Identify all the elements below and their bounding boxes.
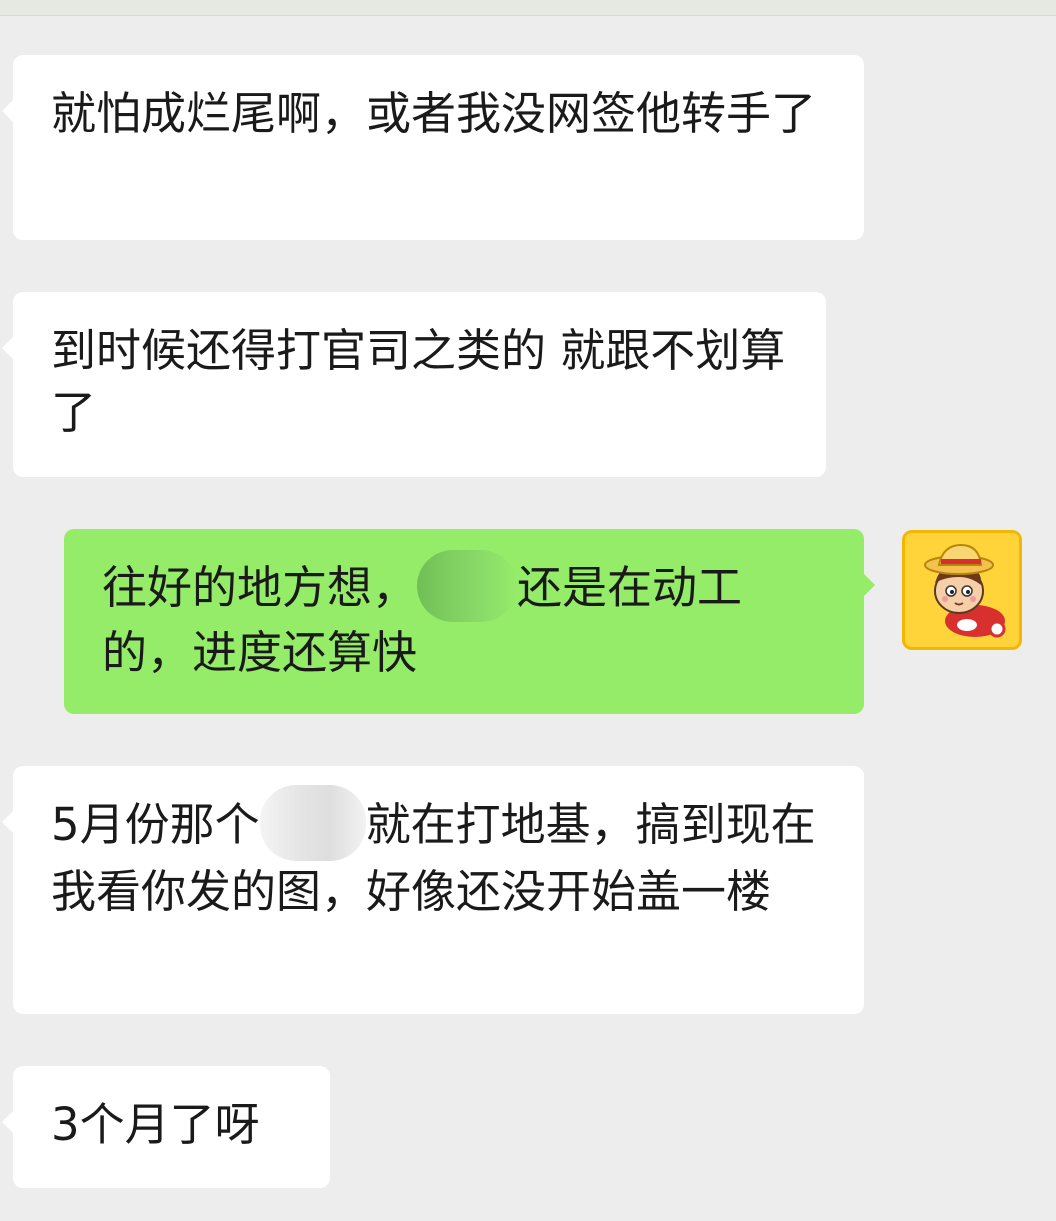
message-text: 3个月了呀 [51,1098,260,1151]
message-bubble-incoming[interactable]: 就怕成烂尾啊，或者我没网签他转手了 [2,55,864,240]
bubble-tail [2,336,14,360]
bubble-tail [2,99,14,123]
top-bar [0,0,1056,16]
cartoon-boy-avatar-icon [905,533,1019,647]
redacted-blur [259,785,366,861]
message-bubble-incoming[interactable]: 3个月了呀 [2,1066,330,1188]
bubble-tail [2,810,14,834]
message-bubble-incoming[interactable]: 到时候还得打官司之类的 就跟不划算了 [2,292,826,477]
avatar[interactable] [902,530,1022,650]
message-bubble-incoming[interactable]: 5月份那个 就在打地基，搞到现在我看你发的图，好像还没开始盖一楼 [2,766,864,1014]
message-text: 就怕成烂尾啊，或者我没网签他转手了 [51,87,817,140]
bubble-tail [863,573,875,597]
message-text: 到时候还得打官司之类的 就跟不划算了 [51,324,786,439]
message-text: 往好的地方想， 还是在动工的，进度还算快 [102,550,828,684]
redacted-blur [417,550,518,622]
message-text-part: 5月份那个 [51,798,260,851]
message-text-part: 往好的地方想， [102,561,418,614]
bubble-tail [2,1110,14,1134]
message-text: 5月份那个 就在打地基，搞到现在我看你发的图，好像还没开始盖一楼 [51,785,828,923]
message-bubble-outgoing[interactable]: 往好的地方想， 还是在动工的，进度还算快 [64,529,875,714]
